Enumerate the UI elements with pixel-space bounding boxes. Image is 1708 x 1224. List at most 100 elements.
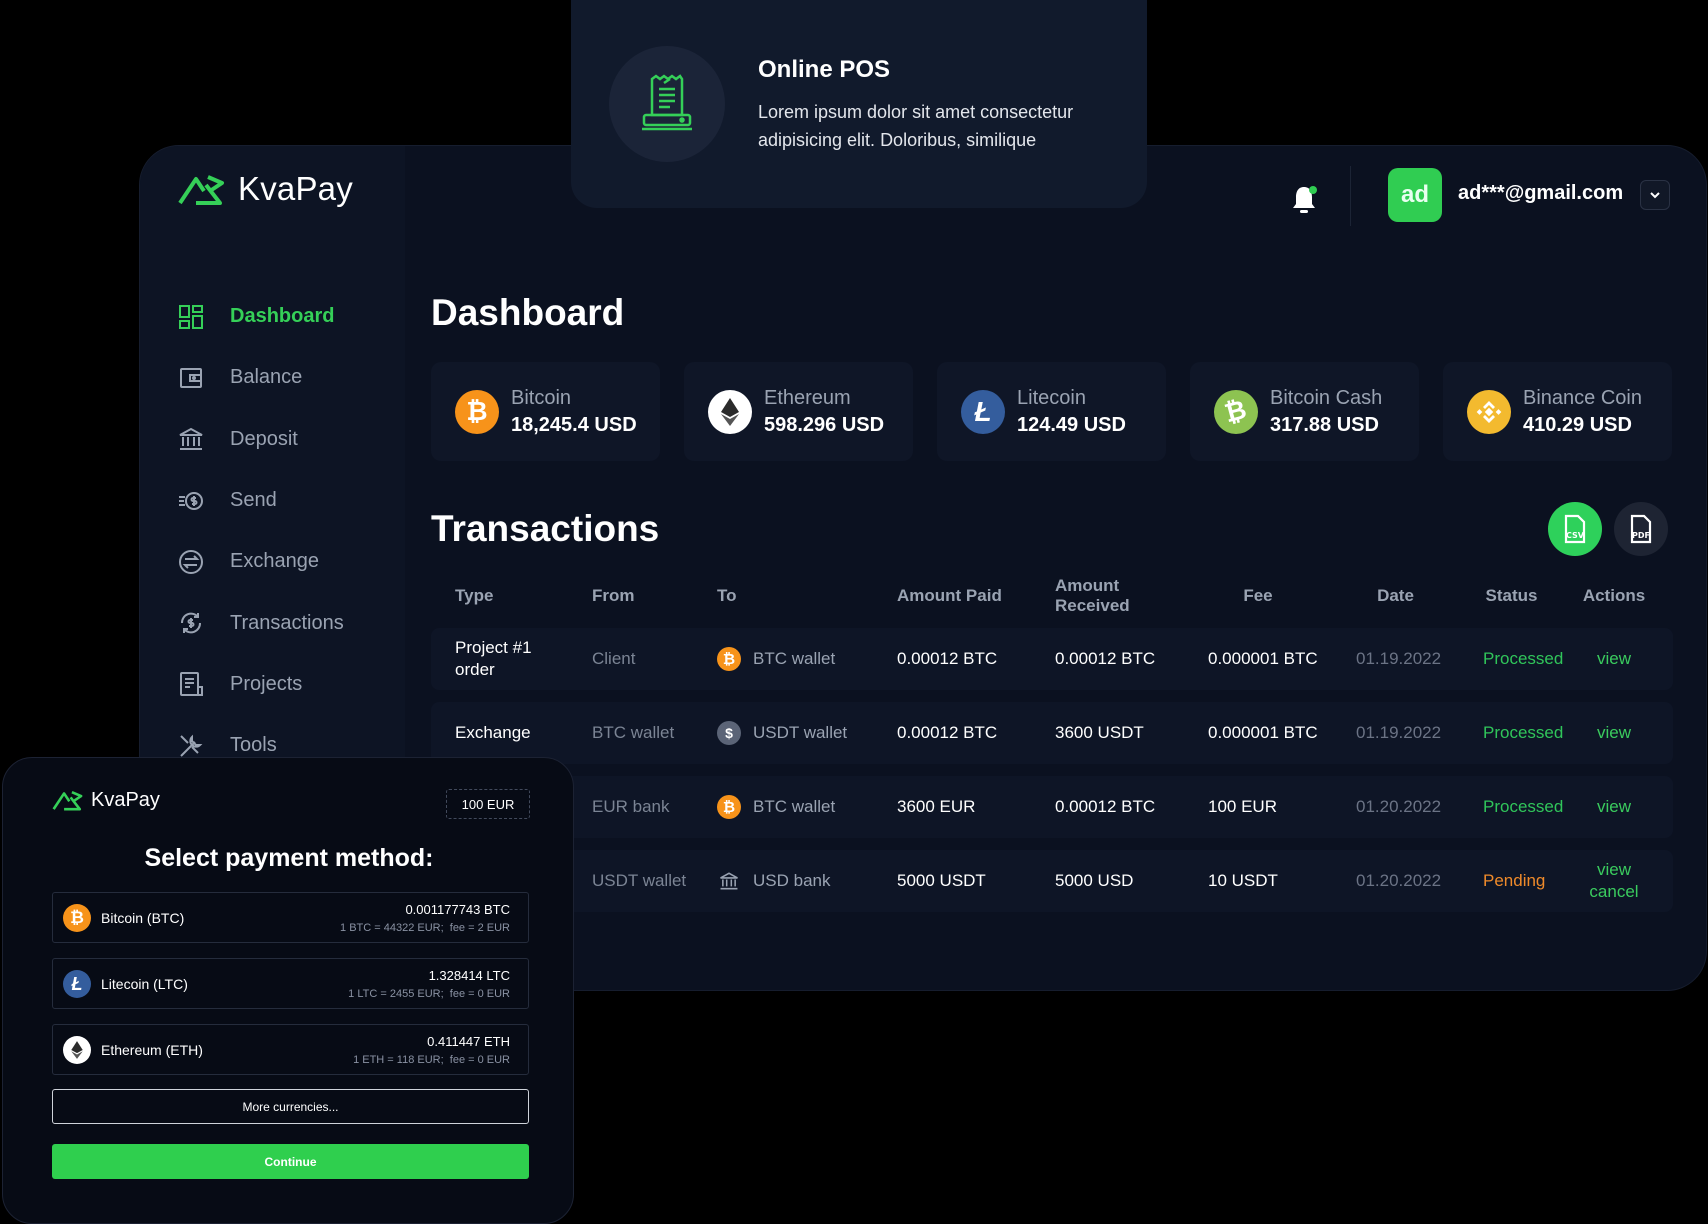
cell-to: $ USDT wallet — [705, 721, 873, 745]
svg-text:PDF: PDF — [1632, 531, 1650, 540]
pdf-file-icon: PDF — [1630, 514, 1652, 544]
coin-card-ethereum[interactable]: Ethereum 598.296 USD — [684, 362, 913, 461]
sidebar-item-label: Deposit — [230, 427, 298, 450]
transactions-title: Transactions — [431, 508, 660, 549]
sidebar-item-deposit[interactable]: Deposit — [178, 409, 344, 470]
payment-option-name: Bitcoin (BTC) — [101, 910, 185, 926]
payment-option-ethereum[interactable]: Ethereum (ETH) 0.411447 ETH 1 ETH = 118 … — [52, 1024, 529, 1075]
column-header-from[interactable]: From — [568, 586, 705, 606]
cell-to-label: BTC wallet — [753, 797, 836, 816]
bank-icon — [179, 428, 203, 451]
sidebar-item-send[interactable]: Send — [178, 470, 344, 531]
pos-description: Lorem ipsum dolor sit amet consectetur a… — [758, 102, 1074, 150]
ethereum-icon — [63, 1036, 91, 1064]
sidebar-item-label: Send — [230, 489, 277, 512]
coin-card-bitcoin[interactable]: ₿ Bitcoin 18,245.4 USD — [431, 362, 660, 461]
column-header-date[interactable]: Date — [1332, 586, 1459, 606]
pos-terminal-icon — [642, 74, 692, 131]
sidebar-item-dashboard[interactable]: Dashboard — [178, 286, 344, 347]
view-link[interactable]: view — [1564, 796, 1664, 818]
cell-fee: 100 EUR — [1208, 797, 1277, 816]
bank-icon — [717, 869, 741, 893]
column-header-fee[interactable]: Fee — [1184, 586, 1332, 606]
avatar[interactable]: ad — [1388, 168, 1442, 222]
payment-option-litecoin[interactable]: Ł Litecoin (LTC) 1.328414 LTC 1 LTC = 24… — [52, 958, 529, 1009]
view-link[interactable]: view — [1564, 722, 1664, 744]
column-header-amount-paid[interactable]: Amount Paid — [873, 586, 1031, 606]
cell-fee: 10 USDT — [1208, 871, 1278, 890]
user-menu-dropdown[interactable] — [1640, 180, 1670, 210]
payment-option-name: Litecoin (LTC) — [101, 976, 188, 992]
cell-to: ₿ BTC wallet — [705, 795, 873, 819]
litecoin-icon: Ł — [63, 970, 91, 998]
dashboard-grid-icon — [179, 304, 203, 329]
status-badge: Processed — [1483, 649, 1564, 668]
coin-name: Bitcoin Cash — [1270, 386, 1383, 409]
cell-date: 01.20.2022 — [1356, 797, 1442, 816]
cell-to-label: USD bank — [753, 871, 831, 890]
view-link[interactable]: view — [1564, 859, 1664, 881]
sidebar-item-projects[interactable]: Projects — [178, 654, 344, 715]
cell-fee: 0.000001 BTC — [1208, 649, 1318, 668]
column-header-amount-received[interactable]: Amount Received — [1031, 576, 1184, 616]
topbar-divider — [1350, 166, 1351, 226]
pos-title: Online POS — [758, 56, 891, 83]
cell-type: Project #1 order — [455, 638, 532, 679]
cell-date: 01.20.2022 — [1356, 871, 1442, 890]
payment-title: Select payment method: — [144, 844, 434, 872]
cell-amount-received: 3600 USDT — [1055, 723, 1144, 742]
view-link[interactable]: view — [1564, 648, 1664, 670]
table-row[interactable]: EUR bank ₿ BTC wallet 3600 EUR 0.00012 B… — [431, 776, 1673, 838]
cell-amount-paid: 0.00012 BTC — [897, 723, 998, 742]
kvapay-logo-icon — [178, 175, 224, 205]
cell-from: USDT wallet — [592, 871, 687, 890]
coin-value: 410.29 USD — [1523, 413, 1632, 436]
sidebar-item-balance[interactable]: Balance — [178, 347, 344, 408]
status-badge: Processed — [1483, 723, 1564, 742]
cell-to-label: USDT wallet — [753, 723, 848, 742]
more-currencies-button[interactable]: More currencies... — [52, 1089, 529, 1124]
table-row[interactable]: USDT wallet USD bank 5000 USDT 5000 USD … — [431, 850, 1673, 912]
payment-amount: 100 EUR — [446, 789, 530, 819]
kvapay-logo-icon — [52, 790, 83, 811]
column-header-to[interactable]: To — [705, 586, 873, 606]
column-header-status[interactable]: Status — [1459, 586, 1564, 606]
sidebar-nav: Dashboard Balance Deposit Send Exchange … — [178, 286, 344, 776]
coin-name: Binance Coin — [1523, 386, 1642, 409]
app-logo[interactable]: KvaPay — [176, 170, 353, 208]
sidebar-item-label: Transactions — [230, 611, 344, 634]
continue-button[interactable]: Continue — [52, 1144, 529, 1179]
coin-card-bitcoin-cash[interactable]: ₿ Bitcoin Cash 317.88 USD — [1190, 362, 1419, 461]
pos-icon-container — [609, 46, 725, 162]
sidebar-item-label: Tools — [230, 734, 277, 757]
column-header-actions: Actions — [1582, 586, 1646, 605]
payment-option-rate: 1 BTC = 44322 EUR; fee = 2 EUR — [340, 922, 510, 934]
wallet-icon — [180, 367, 202, 388]
user-email[interactable]: ad***@gmail.com — [1458, 182, 1623, 205]
sidebar-item-exchange[interactable]: Exchange — [178, 531, 344, 592]
table-row[interactable]: Exchange BTC wallet $ USDT wallet 0.0001… — [431, 702, 1673, 764]
coin-card-binance-coin[interactable]: Binance Coin 410.29 USD — [1443, 362, 1672, 461]
cancel-link[interactable]: cancel — [1564, 881, 1664, 903]
sidebar-item-label: Dashboard — [230, 305, 335, 328]
payment-option-bitcoin[interactable]: ₿ Bitcoin (BTC) 0.001177743 BTC 1 BTC = … — [52, 892, 529, 943]
cell-fee: 0.000001 BTC — [1208, 723, 1318, 742]
send-dollar-icon — [179, 491, 203, 510]
payment-option-amount: 0.001177743 BTC — [405, 902, 510, 917]
payment-widget: KvaPay 100 EUR Select payment method: ₿ … — [2, 757, 574, 1224]
coin-value: 124.49 USD — [1017, 413, 1126, 436]
table-header: Type From To Amount Paid Amount Received… — [431, 576, 1673, 616]
cell-amount-received: 0.00012 BTC — [1055, 649, 1156, 668]
transactions-table: Type From To Amount Paid Amount Received… — [431, 576, 1673, 912]
payment-option-name: Ethereum (ETH) — [101, 1042, 203, 1058]
export-csv-button[interactable]: CSV — [1548, 502, 1602, 556]
export-pdf-button[interactable]: PDF — [1614, 502, 1668, 556]
sidebar-item-transactions[interactable]: Transactions — [178, 592, 344, 653]
projects-icon — [180, 672, 203, 697]
cell-amount-paid: 5000 USDT — [897, 871, 986, 890]
column-header-type[interactable]: Type — [431, 585, 568, 607]
status-badge: Processed — [1483, 797, 1564, 816]
notifications-button[interactable] — [1282, 178, 1326, 222]
coin-card-litecoin[interactable]: Ł Litecoin 124.49 USD — [937, 362, 1166, 461]
table-row[interactable]: Project #1 order Client ₿ BTC wallet 0.0… — [431, 628, 1673, 690]
